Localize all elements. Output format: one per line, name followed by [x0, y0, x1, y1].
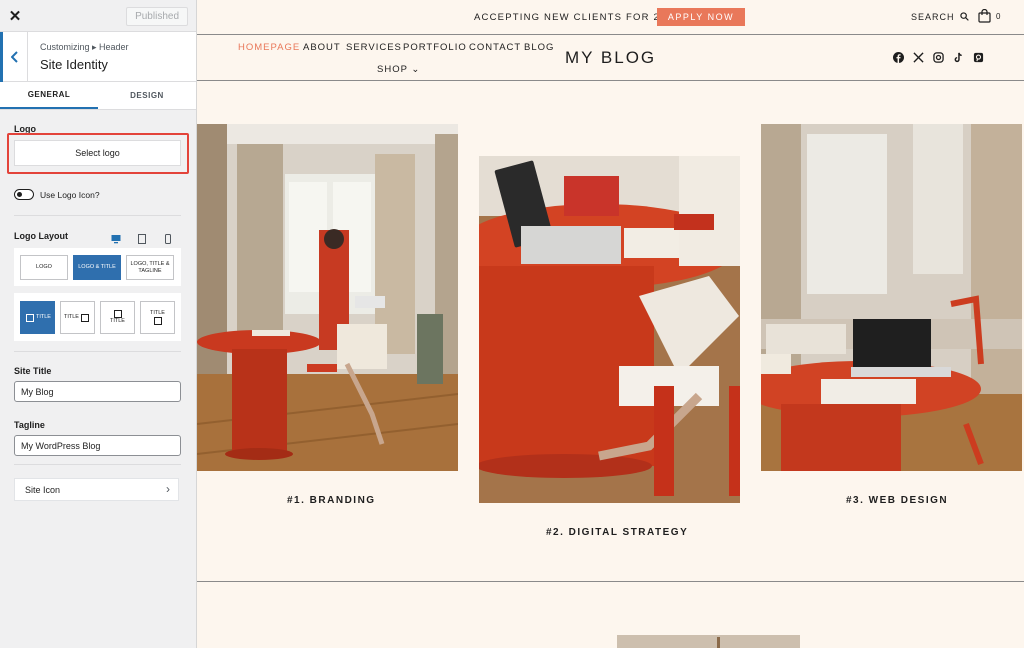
tablet-icon[interactable]: [137, 231, 147, 244]
desktop-icon[interactable]: [111, 231, 121, 244]
divider: [14, 351, 181, 352]
cart-count: 0: [996, 12, 1001, 21]
use-logo-icon-toggle[interactable]: [14, 189, 34, 200]
header-divider-top: [197, 34, 1024, 35]
site-preview: ACCEPTING NEW CLIENTS FOR 2026 APPLY NOW…: [197, 0, 1024, 648]
option-label: TITLE: [110, 318, 125, 324]
published-button[interactable]: Published: [126, 7, 188, 26]
nav-blog[interactable]: BLOG: [524, 42, 554, 53]
close-icon[interactable]: ✕: [0, 0, 30, 32]
nav-services[interactable]: SERVICES: [346, 42, 402, 53]
layout-option-logo-title[interactable]: LOGO & TITLE: [73, 255, 121, 280]
logo-layout-row2: TITLE TITLE TITLE TITLE: [14, 293, 181, 341]
card-caption[interactable]: #3. WEB DESIGN: [846, 495, 948, 506]
divider: [14, 464, 181, 465]
tab-bar: GENERAL DESIGN: [0, 82, 196, 110]
section-header: Customizing ▸ Header Site Identity: [0, 32, 196, 82]
cart-icon[interactable]: [978, 9, 991, 23]
image-icon: [26, 313, 34, 322]
nav-homepage[interactable]: HOMEPAGE: [238, 42, 300, 53]
logo-layout-row1: LOGO LOGO & TITLE LOGO, TITLE & TAGLINE: [14, 248, 181, 286]
pinterest-icon[interactable]: [972, 51, 984, 63]
breadcrumb: Customizing ▸ Header: [40, 42, 129, 52]
web-design-photo[interactable]: [761, 124, 1022, 471]
option-label: TITLE: [64, 314, 79, 320]
image-icon: [113, 310, 122, 318]
tiktok-icon[interactable]: [952, 51, 964, 63]
site-icon-label: Site Icon: [25, 484, 61, 495]
section-title: Site Identity: [40, 57, 108, 72]
search-icon: [960, 12, 969, 21]
nav-contact[interactable]: CONTACT: [469, 42, 521, 53]
layout-option-image-top[interactable]: TITLE: [100, 301, 135, 334]
divider: [14, 215, 181, 216]
card-caption[interactable]: #1. BRANDING: [287, 495, 376, 506]
nav-portfolio[interactable]: PORTFOLIO: [403, 42, 467, 53]
tagline-label: Tagline: [14, 420, 45, 430]
layout-option-image-left[interactable]: TITLE: [20, 301, 55, 334]
nav-about[interactable]: ABOUT: [303, 42, 341, 53]
chevron-right-icon: ›: [166, 482, 170, 496]
digital-strategy-photo[interactable]: [479, 156, 740, 503]
instagram-icon[interactable]: [932, 51, 944, 63]
image-icon: [80, 313, 89, 322]
customizer-topbar: ✕ Published: [0, 0, 196, 32]
site-title-input[interactable]: My Blog: [14, 381, 181, 402]
layout-option-logo-title-tagline[interactable]: LOGO, TITLE & TAGLINE: [126, 255, 174, 280]
option-label: TITLE: [36, 314, 51, 320]
layout-option-image-bottom[interactable]: TITLE: [140, 301, 175, 334]
image-icon: [153, 317, 162, 325]
header-divider-bottom: [197, 80, 1024, 81]
site-logo-title[interactable]: MY BLOG: [565, 48, 656, 68]
search-link[interactable]: SEARCH: [911, 12, 969, 22]
mobile-icon[interactable]: [163, 231, 173, 244]
next-section-photo: [617, 635, 800, 648]
tagline-input[interactable]: My WordPress Blog: [14, 435, 181, 456]
announcement-text: ACCEPTING NEW CLIENTS FOR 2026: [474, 12, 680, 23]
branding-photo[interactable]: [197, 124, 458, 471]
customizer-panel: ✕ Published Customizing ▸ Header Site Id…: [0, 0, 197, 648]
section-divider: [197, 581, 1024, 582]
apply-now-button[interactable]: APPLY NOW: [657, 8, 745, 26]
x-icon[interactable]: [912, 51, 924, 63]
card-caption[interactable]: #2. DIGITAL STRATEGY: [546, 527, 688, 538]
back-icon[interactable]: [0, 32, 28, 82]
use-logo-icon-label: Use Logo Icon?: [40, 190, 100, 200]
site-icon-button[interactable]: Site Icon ›: [14, 478, 179, 501]
nav-shop[interactable]: SHOP ⌄: [377, 64, 420, 75]
layout-option-image-right[interactable]: TITLE: [60, 301, 95, 334]
announcement-bar: ACCEPTING NEW CLIENTS FOR 2026 APPLY NOW…: [197, 0, 1024, 34]
site-title-label: Site Title: [14, 366, 52, 376]
tab-design[interactable]: DESIGN: [98, 82, 196, 109]
logo-layout-label: Logo Layout: [14, 231, 68, 241]
tab-general[interactable]: GENERAL: [0, 82, 98, 109]
option-label: TITLE: [150, 310, 165, 316]
layout-option-logo[interactable]: LOGO: [20, 255, 68, 280]
facebook-icon[interactable]: [892, 51, 904, 63]
search-label: SEARCH: [911, 12, 955, 22]
select-logo-button[interactable]: Select logo: [14, 140, 181, 166]
